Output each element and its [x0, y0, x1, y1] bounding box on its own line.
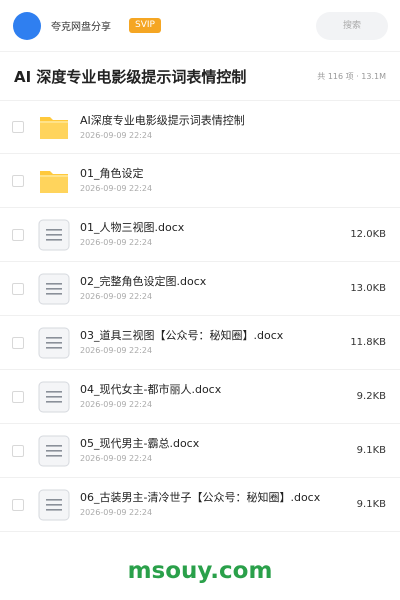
page-title: AI 深度专业电影级提示词表情控制: [14, 67, 247, 86]
file-date: 2026-09-09 22:24: [80, 508, 153, 517]
document-icon: [38, 273, 70, 305]
file-date: 2026-09-09 22:24: [80, 346, 153, 355]
search-input[interactable]: [316, 12, 388, 40]
file-row[interactable]: 01_人物三视图.docx 2026-09-09 22:24 12.0KB: [0, 208, 400, 262]
file-checkbox[interactable]: [12, 336, 24, 349]
file-checkbox[interactable]: [12, 228, 24, 241]
file-size: 12.0KB: [350, 229, 386, 240]
file-checkbox[interactable]: [12, 174, 24, 187]
file-row[interactable]: 02_完整角色设定图.docx 2026-09-09 22:24 13.0KB: [0, 262, 400, 316]
file-checkbox[interactable]: [12, 444, 24, 457]
file-row[interactable]: AI深度专业电影级提示词表情控制 2026-09-09 22:24: [0, 100, 400, 154]
file-row[interactable]: 05_现代男主-霸总.docx 2026-09-09 22:24 9.1KB: [0, 424, 400, 478]
file-size: 11.8KB: [350, 337, 386, 348]
file-name[interactable]: 05_现代男主-霸总.docx: [80, 437, 349, 451]
file-name[interactable]: 02_完整角色设定图.docx: [80, 275, 342, 289]
file-info: 03_道具三视图【公众号：秘知圈】.docx 2026-09-09 22:24: [80, 329, 342, 356]
file-checkbox[interactable]: [12, 282, 24, 295]
file-info: 01_角色设定 2026-09-09 22:24: [80, 167, 400, 194]
file-row[interactable]: 06_古装男主-清冷世子【公众号：秘知圈】.docx 2026-09-09 22:…: [0, 478, 400, 532]
file-list: AI深度专业电影级提示词表情控制 2026-09-09 22:24 01_角色设定 2…: [0, 100, 400, 532]
document-icon: [38, 435, 70, 467]
document-icon: [38, 219, 70, 251]
file-info: 05_现代男主-霸总.docx 2026-09-09 22:24: [80, 437, 349, 464]
file-name[interactable]: 03_道具三视图【公众号：秘知圈】.docx: [80, 329, 342, 343]
file-date: 2026-09-09 22:24: [80, 400, 153, 409]
folder-icon: [38, 111, 70, 143]
app-header: 夸克网盘分享 SVIP: [0, 0, 400, 52]
file-date: 2026-09-09 22:24: [80, 292, 153, 301]
file-date: 2026-09-09 22:24: [80, 454, 153, 463]
file-name[interactable]: AI深度专业电影级提示词表情控制: [80, 114, 400, 128]
file-checkbox[interactable]: [12, 498, 24, 511]
file-row[interactable]: 04_现代女主-都市丽人.docx 2026-09-09 22:24 9.2KB: [0, 370, 400, 424]
file-name[interactable]: 06_古装男主-清冷世子【公众号：秘知圈】.docx: [80, 491, 349, 505]
file-info: AI深度专业电影级提示词表情控制 2026-09-09 22:24: [80, 114, 400, 141]
avatar[interactable]: [13, 11, 41, 40]
file-info: 02_完整角色设定图.docx 2026-09-09 22:24: [80, 275, 342, 302]
file-info: 01_人物三视图.docx 2026-09-09 22:24: [80, 221, 342, 248]
document-icon: [38, 327, 70, 359]
file-name[interactable]: 04_现代女主-都市丽人.docx: [80, 383, 349, 397]
file-name[interactable]: 01_角色设定: [80, 167, 400, 181]
file-size: 9.1KB: [356, 499, 386, 510]
folder-icon: [38, 165, 70, 197]
document-icon: [38, 381, 70, 413]
file-date: 2026-09-09 22:24: [80, 130, 153, 140]
file-size: 9.1KB: [356, 445, 386, 456]
watermark: msouy.com: [127, 558, 273, 584]
file-info: 04_现代女主-都市丽人.docx 2026-09-09 22:24: [80, 383, 349, 410]
file-checkbox[interactable]: [12, 390, 24, 403]
file-row[interactable]: 03_道具三视图【公众号：秘知圈】.docx 2026-09-09 22:24 11…: [0, 316, 400, 370]
file-date: 2026-09-09 22:24: [80, 184, 153, 193]
file-name[interactable]: 01_人物三视图.docx: [80, 221, 342, 235]
file-checkbox[interactable]: [12, 121, 24, 133]
folder-title-row: AI 深度专业电影级提示词表情控制 共 116 项 · 13.1M: [0, 52, 400, 100]
file-info: 06_古装男主-清冷世子【公众号：秘知圈】.docx 2026-09-09 22:…: [80, 491, 349, 518]
file-size: 13.0KB: [350, 283, 386, 294]
svip-badge: SVIP: [129, 18, 161, 33]
document-icon: [38, 489, 70, 521]
file-row[interactable]: 01_角色设定 2026-09-09 22:24: [0, 154, 400, 208]
file-size: 9.2KB: [356, 391, 386, 402]
folder-meta: 共 116 项 · 13.1M: [317, 71, 386, 81]
brand-name: 夸克网盘分享: [51, 22, 111, 33]
file-date: 2026-09-09 22:24: [80, 238, 153, 247]
